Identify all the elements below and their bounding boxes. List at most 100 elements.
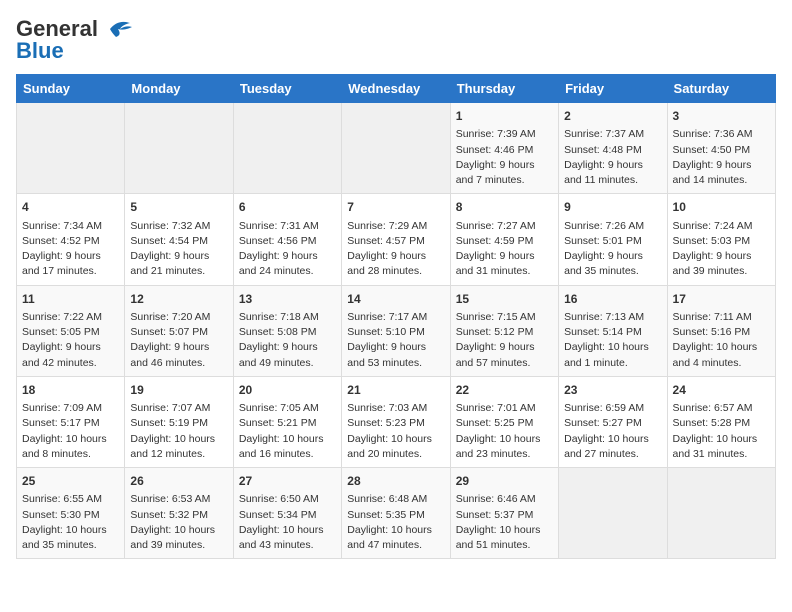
day-number: 10 bbox=[673, 199, 770, 216]
calendar-header: SundayMondayTuesdayWednesdayThursdayFrid… bbox=[17, 75, 776, 103]
day-number: 7 bbox=[347, 199, 444, 216]
day-info: Sunrise: 7:05 AM Sunset: 5:21 PM Dayligh… bbox=[239, 401, 336, 462]
day-info: Sunrise: 7:24 AM Sunset: 5:03 PM Dayligh… bbox=[673, 219, 770, 280]
calendar-cell-3-3: 21 Sunrise: 7:03 AM Sunset: 5:23 PM Dayli… bbox=[342, 376, 450, 467]
calendar-week-1: 4 Sunrise: 7:34 AM Sunset: 4:52 PM Daylig… bbox=[17, 194, 776, 285]
calendar-cell-4-6 bbox=[667, 468, 775, 559]
day-number: 4 bbox=[22, 199, 119, 216]
day-number: 14 bbox=[347, 291, 444, 308]
calendar-cell-0-1 bbox=[125, 103, 233, 194]
day-info: Sunrise: 7:27 AM Sunset: 4:59 PM Dayligh… bbox=[456, 219, 553, 280]
logo: General Blue bbox=[16, 16, 134, 64]
day-number: 1 bbox=[456, 108, 553, 125]
day-info: Sunrise: 7:31 AM Sunset: 4:56 PM Dayligh… bbox=[239, 219, 336, 280]
day-number: 20 bbox=[239, 382, 336, 399]
day-info: Sunrise: 7:13 AM Sunset: 5:14 PM Dayligh… bbox=[564, 310, 661, 371]
day-info: Sunrise: 7:11 AM Sunset: 5:16 PM Dayligh… bbox=[673, 310, 770, 371]
calendar-cell-1-3: 7Sunrise: 7:29 AM Sunset: 4:57 PM Daylig… bbox=[342, 194, 450, 285]
day-info: Sunrise: 7:17 AM Sunset: 5:10 PM Dayligh… bbox=[347, 310, 444, 371]
day-info: Sunrise: 7:36 AM Sunset: 4:50 PM Dayligh… bbox=[673, 127, 770, 188]
weekday-header-monday: Monday bbox=[125, 75, 233, 103]
day-number: 23 bbox=[564, 382, 661, 399]
day-info: Sunrise: 7:37 AM Sunset: 4:48 PM Dayligh… bbox=[564, 127, 661, 188]
day-number: 25 bbox=[22, 473, 119, 490]
day-number: 21 bbox=[347, 382, 444, 399]
calendar-table: SundayMondayTuesdayWednesdayThursdayFrid… bbox=[16, 74, 776, 559]
calendar-cell-0-5: 2 Sunrise: 7:37 AM Sunset: 4:48 PM Daylig… bbox=[559, 103, 667, 194]
weekday-header-saturday: Saturday bbox=[667, 75, 775, 103]
calendar-cell-3-0: 18Sunrise: 7:09 AM Sunset: 5:17 PM Dayli… bbox=[17, 376, 125, 467]
day-number: 16 bbox=[564, 291, 661, 308]
calendar-cell-1-6: 10 Sunrise: 7:24 AM Sunset: 5:03 PM Dayli… bbox=[667, 194, 775, 285]
day-info: Sunrise: 6:48 AM Sunset: 5:35 PM Dayligh… bbox=[347, 492, 444, 553]
calendar-cell-2-5: 16 Sunrise: 7:13 AM Sunset: 5:14 PM Dayli… bbox=[559, 285, 667, 376]
day-info: Sunrise: 7:03 AM Sunset: 5:23 PM Dayligh… bbox=[347, 401, 444, 462]
day-number: 6 bbox=[239, 199, 336, 216]
calendar-week-4: 25 Sunrise: 6:55 AM Sunset: 5:30 PM Dayli… bbox=[17, 468, 776, 559]
day-number: 19 bbox=[130, 382, 227, 399]
day-number: 5 bbox=[130, 199, 227, 216]
day-info: Sunrise: 6:55 AM Sunset: 5:30 PM Dayligh… bbox=[22, 492, 119, 553]
day-number: 13 bbox=[239, 291, 336, 308]
weekday-header-thursday: Thursday bbox=[450, 75, 558, 103]
calendar-cell-4-2: 27 Sunrise: 6:50 AM Sunset: 5:34 PM Dayli… bbox=[233, 468, 341, 559]
calendar-cell-2-6: 17 Sunrise: 7:11 AM Sunset: 5:16 PM Dayli… bbox=[667, 285, 775, 376]
day-number: 17 bbox=[673, 291, 770, 308]
calendar-cell-1-0: 4 Sunrise: 7:34 AM Sunset: 4:52 PM Daylig… bbox=[17, 194, 125, 285]
day-number: 26 bbox=[130, 473, 227, 490]
day-info: Sunrise: 7:22 AM Sunset: 5:05 PM Dayligh… bbox=[22, 310, 119, 371]
calendar-cell-4-5 bbox=[559, 468, 667, 559]
calendar-cell-3-1: 19 Sunrise: 7:07 AM Sunset: 5:19 PM Dayli… bbox=[125, 376, 233, 467]
calendar-week-0: 1 Sunrise: 7:39 AM Sunset: 4:46 PM Daylig… bbox=[17, 103, 776, 194]
day-info: Sunrise: 7:34 AM Sunset: 4:52 PM Dayligh… bbox=[22, 219, 119, 280]
day-number: 8 bbox=[456, 199, 553, 216]
day-info: Sunrise: 7:32 AM Sunset: 4:54 PM Dayligh… bbox=[130, 219, 227, 280]
calendar-cell-4-4: 29Sunrise: 6:46 AM Sunset: 5:37 PM Dayli… bbox=[450, 468, 558, 559]
weekday-header-friday: Friday bbox=[559, 75, 667, 103]
calendar-cell-2-2: 13 Sunrise: 7:18 AM Sunset: 5:08 PM Dayli… bbox=[233, 285, 341, 376]
calendar-cell-3-6: 24Sunrise: 6:57 AM Sunset: 5:28 PM Dayli… bbox=[667, 376, 775, 467]
day-info: Sunrise: 6:57 AM Sunset: 5:28 PM Dayligh… bbox=[673, 401, 770, 462]
day-info: Sunrise: 7:18 AM Sunset: 5:08 PM Dayligh… bbox=[239, 310, 336, 371]
calendar-cell-0-6: 3Sunrise: 7:36 AM Sunset: 4:50 PM Daylig… bbox=[667, 103, 775, 194]
weekday-header-sunday: Sunday bbox=[17, 75, 125, 103]
day-number: 22 bbox=[456, 382, 553, 399]
calendar-cell-0-2 bbox=[233, 103, 341, 194]
calendar-cell-0-0 bbox=[17, 103, 125, 194]
calendar-cell-0-4: 1 Sunrise: 7:39 AM Sunset: 4:46 PM Daylig… bbox=[450, 103, 558, 194]
calendar-cell-2-3: 14 Sunrise: 7:17 AM Sunset: 5:10 PM Dayli… bbox=[342, 285, 450, 376]
day-info: Sunrise: 7:01 AM Sunset: 5:25 PM Dayligh… bbox=[456, 401, 553, 462]
weekday-header-tuesday: Tuesday bbox=[233, 75, 341, 103]
day-number: 2 bbox=[564, 108, 661, 125]
day-number: 15 bbox=[456, 291, 553, 308]
day-info: Sunrise: 7:15 AM Sunset: 5:12 PM Dayligh… bbox=[456, 310, 553, 371]
calendar-cell-2-0: 11 Sunrise: 7:22 AM Sunset: 5:05 PM Dayli… bbox=[17, 285, 125, 376]
day-number: 11 bbox=[22, 291, 119, 308]
calendar-cell-3-2: 20 Sunrise: 7:05 AM Sunset: 5:21 PM Dayli… bbox=[233, 376, 341, 467]
logo-bird-icon bbox=[102, 19, 134, 39]
page-header: General Blue bbox=[16, 16, 776, 64]
logo-blue-text: Blue bbox=[16, 38, 64, 64]
weekday-header-wednesday: Wednesday bbox=[342, 75, 450, 103]
calendar-body: 1 Sunrise: 7:39 AM Sunset: 4:46 PM Daylig… bbox=[17, 103, 776, 559]
day-info: Sunrise: 7:07 AM Sunset: 5:19 PM Dayligh… bbox=[130, 401, 227, 462]
weekday-header-row: SundayMondayTuesdayWednesdayThursdayFrid… bbox=[17, 75, 776, 103]
day-number: 27 bbox=[239, 473, 336, 490]
calendar-cell-1-1: 5 Sunrise: 7:32 AM Sunset: 4:54 PM Daylig… bbox=[125, 194, 233, 285]
day-info: Sunrise: 6:50 AM Sunset: 5:34 PM Dayligh… bbox=[239, 492, 336, 553]
calendar-cell-1-4: 8 Sunrise: 7:27 AM Sunset: 4:59 PM Daylig… bbox=[450, 194, 558, 285]
calendar-cell-2-4: 15 Sunrise: 7:15 AM Sunset: 5:12 PM Dayli… bbox=[450, 285, 558, 376]
calendar-cell-3-5: 23Sunrise: 6:59 AM Sunset: 5:27 PM Dayli… bbox=[559, 376, 667, 467]
calendar-cell-4-3: 28Sunrise: 6:48 AM Sunset: 5:35 PM Dayli… bbox=[342, 468, 450, 559]
day-number: 9 bbox=[564, 199, 661, 216]
calendar-cell-4-1: 26 Sunrise: 6:53 AM Sunset: 5:32 PM Dayli… bbox=[125, 468, 233, 559]
calendar-cell-4-0: 25 Sunrise: 6:55 AM Sunset: 5:30 PM Dayli… bbox=[17, 468, 125, 559]
day-number: 29 bbox=[456, 473, 553, 490]
calendar-week-2: 11 Sunrise: 7:22 AM Sunset: 5:05 PM Dayli… bbox=[17, 285, 776, 376]
day-info: Sunrise: 6:53 AM Sunset: 5:32 PM Dayligh… bbox=[130, 492, 227, 553]
calendar-cell-3-4: 22 Sunrise: 7:01 AM Sunset: 5:25 PM Dayli… bbox=[450, 376, 558, 467]
calendar-cell-2-1: 12Sunrise: 7:20 AM Sunset: 5:07 PM Dayli… bbox=[125, 285, 233, 376]
day-info: Sunrise: 7:09 AM Sunset: 5:17 PM Dayligh… bbox=[22, 401, 119, 462]
day-info: Sunrise: 7:20 AM Sunset: 5:07 PM Dayligh… bbox=[130, 310, 227, 371]
day-info: Sunrise: 7:39 AM Sunset: 4:46 PM Dayligh… bbox=[456, 127, 553, 188]
